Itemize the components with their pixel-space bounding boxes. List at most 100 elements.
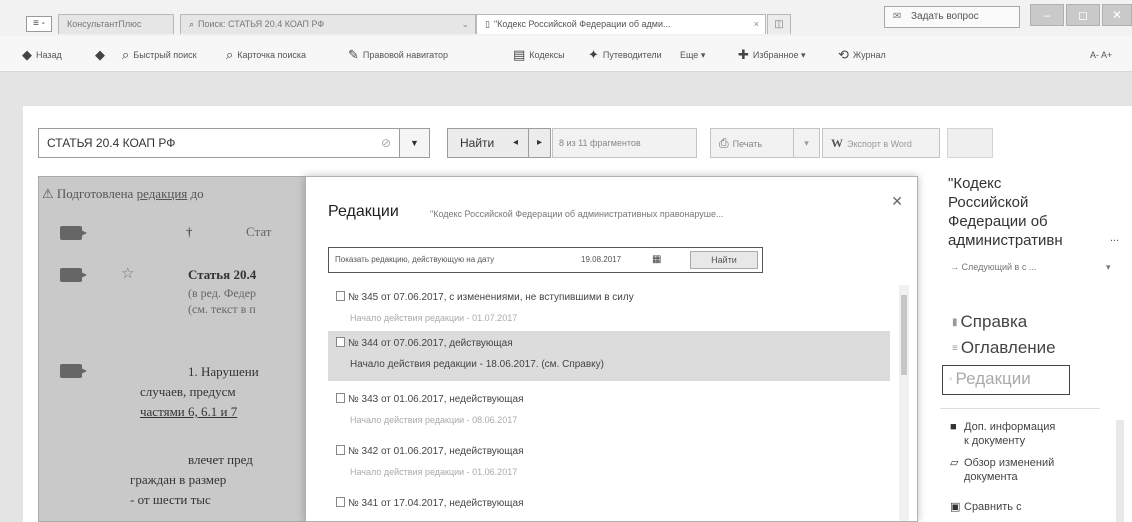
date-filter: Показать редакцию, действующую на дату 1… (328, 247, 763, 273)
title-line: Российской (948, 194, 1029, 211)
compare-link[interactable]: ▣ Сравнить с (950, 500, 1022, 514)
next-icon: → (950, 262, 962, 272)
close-icon[interactable]: ✕ (891, 193, 903, 210)
list-item[interactable]: № 343 от 01.06.2017, недействующая Начал… (328, 387, 890, 437)
new-tab-button[interactable]: ◫ (767, 14, 791, 34)
chevron-down-icon: ▾ (1106, 262, 1111, 272)
guides-button[interactable]: ✦ Путеводители (588, 46, 662, 64)
redaction-start: Начало действия редакции - 01.06.2017 (350, 467, 518, 477)
search-card-label: Карточка поиска (237, 50, 307, 60)
print-label: Печать (732, 139, 763, 149)
date-input[interactable]: 19.08.2017 (581, 248, 621, 272)
bookmark-icon[interactable] (60, 364, 87, 378)
list-item[interactable]: № 341 от 17.04.2017, недействующая (328, 491, 890, 521)
dialog-subtitle: "Кодекс Российской Федерации об админист… (430, 209, 724, 219)
quick-search-button[interactable]: ⌕ Быстрый поиск (122, 46, 197, 64)
title-line: Федерации об (948, 213, 1048, 230)
navigator-icon: ✎ (348, 47, 359, 62)
next-result-button[interactable]: ▸ (529, 128, 551, 158)
codes-icon: ▤ (513, 47, 526, 62)
list-item[interactable]: № 342 от 01.06.2017, недействующая Начал… (328, 439, 890, 489)
favorites-button[interactable]: ✚ Избранное ▾ (738, 46, 806, 64)
document-icon (336, 291, 345, 301)
doc-paragraph: 1. Нарушени (188, 364, 259, 379)
scrollbar-thumb[interactable] (901, 295, 907, 375)
codes-button[interactable]: ▤ Кодексы (513, 46, 565, 64)
redaction-start: Начало действия редакции - 01.07.2017 (350, 313, 518, 323)
redaction-title: № 345 от 07.06.2017, с изменениями, не в… (348, 292, 634, 303)
search-card-button[interactable]: ⌕ Карточка поиска (226, 46, 306, 64)
contents-icon: ≡ (952, 343, 958, 354)
title-line: "Кодекс (948, 175, 1002, 192)
find-button[interactable]: Найти ◂ (447, 128, 529, 158)
history-button[interactable]: ⟲ Журнал (838, 46, 886, 64)
title-line: административн (948, 232, 1063, 249)
article-see-text: (см. текст в п (188, 302, 256, 316)
doc-heading-fragment: Стат (246, 224, 272, 239)
redaction-notice: ⚠ Подготовлена редакция до (42, 186, 204, 202)
legal-navigator-button[interactable]: ✎ Правовой навигатор (348, 46, 448, 64)
list-item[interactable]: № 345 от 07.06.2017, с изменениями, не в… (328, 285, 890, 335)
chat-icon: ✉ (893, 11, 902, 22)
scrollbar[interactable] (899, 285, 909, 521)
redactions-icon: ▫ (949, 374, 953, 385)
help-link[interactable]: ▮ Справка (952, 312, 1027, 332)
forward-button[interactable]: ◆ (95, 46, 109, 64)
bookmark-icon[interactable] (60, 268, 87, 282)
redaction-title: № 344 от 07.06.2017, действующая (348, 338, 513, 349)
tab-search[interactable]: ⌕ Поиск: СТАТЬЯ 20.4 КОАП РФ ⌄ (180, 14, 476, 34)
contents-label: Оглавление (960, 338, 1056, 357)
search-input[interactable]: СТАТЬЯ 20.4 КОАП РФ ⊘ (38, 128, 400, 158)
contents-link[interactable]: ≡ Оглавление (952, 338, 1056, 358)
main-menu-button[interactable]: ≡ - (26, 16, 52, 32)
close-icon[interactable]: × (754, 15, 759, 34)
redaction-title: № 342 от 01.06.2017, недействующая (348, 446, 524, 457)
history-label: Журнал (852, 50, 886, 60)
forward-arrow-icon: ◆ (95, 47, 105, 62)
extra-info-link[interactable]: ■ Доп. информация к документу (950, 420, 1055, 448)
find-label: Найти (460, 136, 495, 150)
document-icon: ▯ (485, 19, 490, 29)
chevron-down-icon[interactable]: ⌄ (461, 15, 469, 34)
clear-icon[interactable]: ⊘ (381, 129, 391, 157)
guides-icon: ✦ (588, 47, 599, 62)
more-button[interactable]: Еще ▾ (680, 46, 705, 64)
legal-navigator-label: Правовой навигатор (362, 50, 448, 60)
document-title[interactable]: "Кодекс Российской Федерации об админист… (948, 174, 1119, 250)
notice-suffix: до (190, 186, 204, 201)
print-dropdown[interactable]: ▾ (794, 128, 820, 158)
redaction-start: Начало действия редакции - 18.06.2017. (… (350, 359, 604, 370)
help-icon: ▮ (952, 317, 958, 328)
tab-consultant[interactable]: КонсультантПлюс (58, 14, 174, 34)
date-filter-label: Показать редакцию, действующую на дату (335, 255, 495, 264)
redactions-link[interactable]: ▫ Редакции (942, 365, 1070, 395)
article-edit-note: (в ред. Федер (188, 286, 257, 300)
calendar-icon[interactable]: ▦ (652, 248, 661, 272)
search-icon: ⌕ (122, 47, 130, 62)
scrollbar[interactable] (1116, 420, 1124, 522)
close-window-button[interactable]: ✕ (1102, 4, 1132, 26)
font-size-control[interactable]: A- A+ (1090, 46, 1112, 64)
search-history-dropdown[interactable]: ▼ (400, 128, 430, 158)
back-button[interactable]: ◆ Назад (22, 46, 62, 64)
favorites-icon: ✚ (738, 47, 749, 62)
info-icon: ■ (950, 421, 957, 433)
redaction-link[interactable]: редакция (137, 186, 188, 201)
ask-question-button[interactable]: ✉ Задать вопрос (884, 6, 1020, 28)
date-find-button[interactable]: Найти (690, 251, 758, 269)
bookmark-icon[interactable] (60, 226, 87, 240)
print-button[interactable]: ⎙ Печать (710, 128, 794, 158)
export-word-button[interactable]: W Экспорт в Word (822, 128, 940, 158)
guides-label: Путеводители (602, 50, 662, 60)
next-in-list[interactable]: → Следующий в с ... ▾ (950, 262, 1111, 272)
doc-paragraph-link[interactable]: частями 6, 6.1 и 7 (140, 404, 237, 420)
minimize-button[interactable]: – (1030, 4, 1064, 26)
list-item-selected[interactable]: № 344 от 07.06.2017, действующая Начало … (328, 331, 890, 381)
maximize-button[interactable]: ◻ (1066, 4, 1100, 26)
doc-numeral: † (186, 224, 193, 239)
review-changes-link[interactable]: ▱ Обзор изменений документа (950, 456, 1054, 484)
extra-button[interactable] (947, 128, 993, 158)
star-icon[interactable]: ☆ (121, 264, 134, 282)
tab-document[interactable]: ▯ "Кодекс Российской Федерации об адми...… (476, 14, 766, 34)
next-label: Следующий в с (961, 262, 1027, 272)
